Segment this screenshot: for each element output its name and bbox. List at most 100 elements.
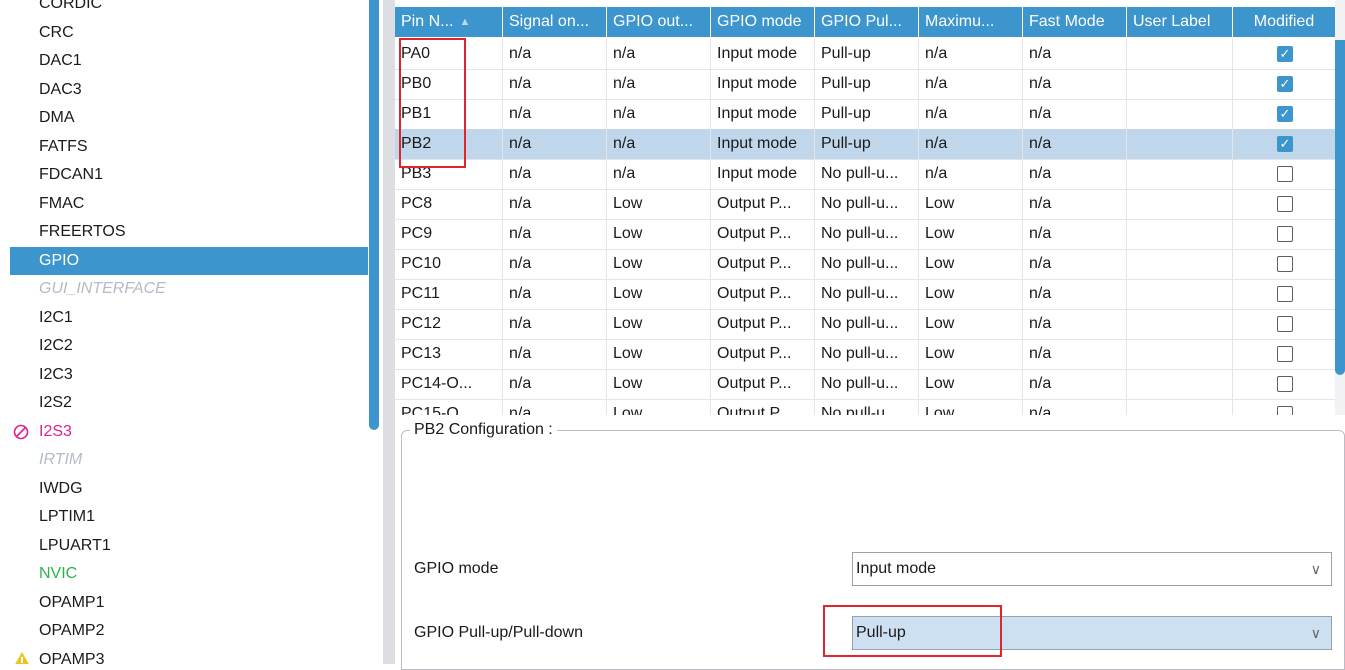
sidebar-item-cordic[interactable]: CORDIC	[0, 0, 368, 19]
table-cell: n/a	[503, 189, 607, 219]
sidebar-item-nvic[interactable]: NVIC	[0, 560, 368, 589]
sidebar-item-label: CORDIC	[39, 0, 103, 12]
table-cell: Low	[919, 189, 1023, 219]
sidebar-item-i2s3[interactable]: I2S3	[0, 418, 368, 447]
column-header-1[interactable]: Signal on...	[503, 7, 607, 37]
table-row[interactable]: PB2 n/a n/a Input mode Pull-up n/a n/a ✓	[395, 129, 1335, 160]
table-cell: No pull-u...	[815, 369, 919, 399]
column-header-4[interactable]: GPIO Pul...	[815, 7, 919, 37]
table-cell: Output P...	[711, 339, 815, 369]
sidebar-item-irtim[interactable]: IRTIM	[0, 446, 368, 475]
sidebar-item-label: FATFS	[39, 137, 88, 155]
column-header-8[interactable]: Modified	[1233, 7, 1335, 37]
table-row[interactable]: PB1 n/a n/a Input mode Pull-up n/a n/a ✓	[395, 99, 1335, 130]
sidebar-item-label: DMA	[39, 109, 75, 126]
sidebar-item-fatfs[interactable]: FATFS	[0, 133, 368, 162]
modified-checkbox[interactable]	[1277, 166, 1293, 182]
table-cell: n/a	[503, 39, 607, 69]
table-cell: Input mode	[711, 99, 815, 129]
table-row[interactable]: PC9 n/a Low Output P... No pull-u... Low n/a	[395, 219, 1335, 250]
table-row[interactable]: PA0 n/a n/a Input mode Pull-up n/a n/a ✓	[395, 39, 1335, 70]
modified-checkbox[interactable]	[1277, 226, 1293, 242]
column-header-6[interactable]: Fast Mode	[1023, 7, 1127, 37]
table-cell: No pull-u...	[815, 339, 919, 369]
table-row[interactable]: PC11 n/a Low Output P... No pull-u... Low n/a	[395, 279, 1335, 310]
table-cell: No pull-u...	[815, 189, 919, 219]
gpio-mode-select[interactable]: Input mode ∨	[852, 552, 1332, 586]
table-row[interactable]: PC12 n/a Low Output P... No pull-u... Low n/a	[395, 309, 1335, 340]
modified-checkbox[interactable]	[1277, 376, 1293, 392]
sidebar-item-dma[interactable]: DMA	[0, 104, 368, 133]
sidebar-item-freertos[interactable]: FREERTOS	[0, 218, 368, 247]
table-cell: n/a	[503, 369, 607, 399]
table-cell: Low	[919, 279, 1023, 309]
modified-checkbox[interactable]: ✓	[1277, 136, 1293, 152]
column-header-5[interactable]: Maximu...	[919, 7, 1023, 37]
sidebar-item-crc[interactable]: CRC	[0, 19, 368, 48]
sidebar-item-dac1[interactable]: DAC1	[0, 47, 368, 76]
panel-splitter[interactable]	[383, 0, 395, 664]
sidebar-item-opamp3[interactable]: OPAMP3	[0, 646, 368, 664]
table-row[interactable]: PB0 n/a n/a Input mode Pull-up n/a n/a ✓	[395, 69, 1335, 100]
modified-checkbox[interactable]	[1277, 196, 1293, 212]
table-cell: PC13	[395, 339, 503, 369]
sidebar-item-label: OPAMP1	[39, 593, 105, 611]
table-scrollbar[interactable]	[1335, 40, 1345, 375]
modified-checkbox[interactable]	[1277, 346, 1293, 362]
column-header-3[interactable]: GPIO mode	[711, 7, 815, 37]
sidebar-item-lpuart1[interactable]: LPUART1	[0, 532, 368, 561]
sort-ascending-icon[interactable]: ▲	[459, 7, 470, 37]
table-row[interactable]: PC14-O... n/a Low Output P... No pull-u... Lo…	[395, 369, 1335, 400]
table-row[interactable]: PB3 n/a n/a Input mode No pull-u... n/a n/a	[395, 159, 1335, 190]
table-cell: Input mode	[711, 129, 815, 159]
warning-icon	[12, 646, 32, 664]
gpio-pull-select[interactable]: Pull-up ∨	[852, 616, 1332, 650]
table-cell	[1127, 159, 1233, 189]
sidebar-item-fmac[interactable]: FMAC	[0, 190, 368, 219]
sidebar-item-i2s2[interactable]: I2S2	[0, 389, 368, 418]
table-row[interactable]: PC15-O... n/a Low Output P... No pull-u... Lo…	[395, 399, 1335, 415]
gpio-pull-label: GPIO Pull-up/Pull-down	[414, 624, 583, 641]
table-cell: Input mode	[711, 159, 815, 189]
table-cell: Low	[607, 339, 711, 369]
column-header-label: GPIO Pul...	[821, 13, 902, 30]
table-row[interactable]: PC13 n/a Low Output P... No pull-u... Low n/a	[395, 339, 1335, 370]
column-header-2[interactable]: GPIO out...	[607, 7, 711, 37]
column-header-0[interactable]: Pin N... ▲	[395, 7, 503, 37]
table-cell	[1127, 369, 1233, 399]
table-cell: Pull-up	[815, 99, 919, 129]
table-cell: n/a	[1023, 69, 1127, 99]
sidebar-scrollbar[interactable]	[369, 0, 379, 430]
sidebar-item-iwdg[interactable]: IWDG	[0, 475, 368, 504]
table-cell: n/a	[919, 69, 1023, 99]
table-cell: Low	[607, 279, 711, 309]
sidebar-item-fdcan1[interactable]: FDCAN1	[0, 161, 368, 190]
modified-checkbox[interactable]: ✓	[1277, 76, 1293, 92]
modified-checkbox[interactable]	[1277, 406, 1293, 415]
column-header-7[interactable]: User Label	[1127, 7, 1233, 37]
sidebar-item-i2c2[interactable]: I2C2	[0, 332, 368, 361]
sidebar-item-i2c1[interactable]: I2C1	[0, 304, 368, 333]
table-row[interactable]: PC10 n/a Low Output P... No pull-u... Low n/a	[395, 249, 1335, 280]
sidebar-item-dac3[interactable]: DAC3	[0, 76, 368, 105]
sidebar-item-i2c3[interactable]: I2C3	[0, 361, 368, 390]
sidebar-item-opamp2[interactable]: OPAMP2	[0, 617, 368, 646]
sidebar-item-opamp1[interactable]: OPAMP1	[0, 589, 368, 618]
sidebar-item-lptim1[interactable]: LPTIM1	[0, 503, 368, 532]
modified-checkbox[interactable]	[1277, 316, 1293, 332]
table-cell: Output P...	[711, 249, 815, 279]
sidebar-item-label: LPTIM1	[39, 508, 96, 525]
table-cell: n/a	[503, 309, 607, 339]
modified-checkbox[interactable]: ✓	[1277, 46, 1293, 62]
modified-checkbox[interactable]	[1277, 256, 1293, 272]
table-cell: Low	[919, 399, 1023, 415]
sidebar-item-gpio[interactable]: GPIO	[10, 246, 368, 275]
sidebar-item-label: FREERTOS	[39, 223, 126, 240]
table-cell: PB3	[395, 159, 503, 189]
column-header-label: GPIO out...	[613, 13, 694, 30]
sidebar-item-gui_interface[interactable]: GUI_INTERFACE	[0, 275, 368, 304]
table-row[interactable]: PC8 n/a Low Output P... No pull-u... Low n/a	[395, 189, 1335, 220]
modified-checkbox[interactable]	[1277, 286, 1293, 302]
sidebar-item-label: DAC1	[39, 52, 82, 69]
modified-checkbox[interactable]: ✓	[1277, 106, 1293, 122]
